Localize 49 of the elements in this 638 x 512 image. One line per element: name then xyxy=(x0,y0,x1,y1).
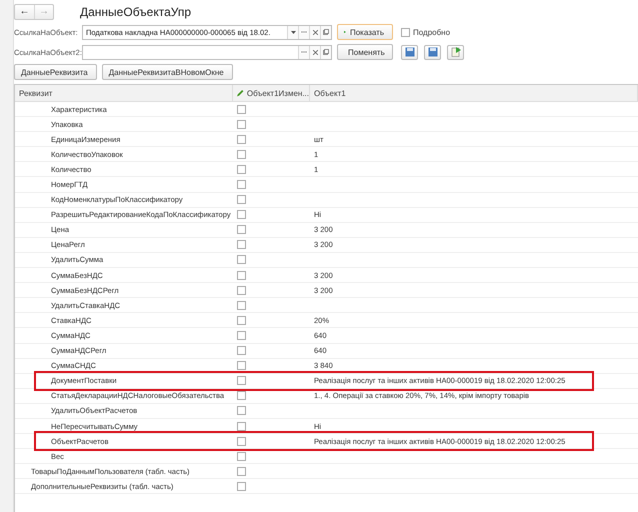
changed-checkbox[interactable] xyxy=(237,436,246,446)
more-icon[interactable] xyxy=(298,46,309,58)
changed-checkbox[interactable] xyxy=(237,391,246,400)
changed-checkbox[interactable] xyxy=(237,422,246,431)
changed-checkbox[interactable] xyxy=(237,180,246,190)
changed-checkbox[interactable] xyxy=(237,195,246,204)
document-icon xyxy=(450,47,460,57)
action-button[interactable]: Показать xyxy=(337,24,393,40)
open-icon[interactable] xyxy=(320,46,331,58)
dropdown-icon[interactable] xyxy=(287,26,298,38)
changed-checkbox[interactable] xyxy=(237,255,246,264)
checkbox-label: Подробно xyxy=(413,28,450,36)
clear-icon[interactable] xyxy=(309,46,320,58)
changed-checkbox[interactable] xyxy=(237,104,246,114)
changed-checkbox[interactable] xyxy=(237,316,246,325)
changed-checkbox[interactable] xyxy=(237,120,246,129)
column-header: Объект1 xyxy=(314,88,346,98)
open-icon[interactable] xyxy=(320,26,331,38)
changed-checkbox[interactable] xyxy=(237,452,246,461)
changed-checkbox[interactable] xyxy=(237,346,246,356)
save-button[interactable] xyxy=(401,44,418,60)
pencil-icon xyxy=(237,89,244,97)
changed-checkbox[interactable] xyxy=(237,240,246,250)
changed-checkbox[interactable] xyxy=(237,164,246,174)
reference-field[interactable] xyxy=(82,44,332,60)
clear-icon[interactable] xyxy=(309,26,320,38)
changed-checkbox[interactable] xyxy=(237,270,246,280)
save-button[interactable] xyxy=(424,44,441,60)
column-header: Реквизит xyxy=(19,88,52,98)
export-button[interactable] xyxy=(447,44,464,60)
changed-checkbox[interactable] xyxy=(237,225,246,234)
changed-checkbox[interactable] xyxy=(237,361,246,370)
changed-checkbox[interactable] xyxy=(237,150,246,159)
changed-checkbox[interactable] xyxy=(237,300,246,310)
changed-checkbox[interactable] xyxy=(237,376,246,386)
command-button[interactable]: ДанныеРеквизитаВНовомОкне xyxy=(102,64,233,80)
changed-checkbox[interactable] xyxy=(237,210,246,220)
command-button[interactable]: ДанныеРеквизита xyxy=(14,64,97,80)
changed-checkbox[interactable] xyxy=(237,466,246,476)
changed-checkbox[interactable] xyxy=(237,286,246,295)
column-header: Объект1Измен... xyxy=(246,88,309,98)
action-button[interactable]: Поменять xyxy=(337,44,393,60)
form-title: ДанныеОбъектаУпр xyxy=(80,5,192,19)
back-button[interactable]: ← xyxy=(15,5,34,19)
detailed-checkbox[interactable] xyxy=(401,28,410,36)
changed-checkbox[interactable] xyxy=(237,406,246,416)
changed-checkbox[interactable] xyxy=(237,482,246,491)
changed-checkbox[interactable] xyxy=(237,330,246,340)
changed-checkbox[interactable] xyxy=(237,134,246,144)
